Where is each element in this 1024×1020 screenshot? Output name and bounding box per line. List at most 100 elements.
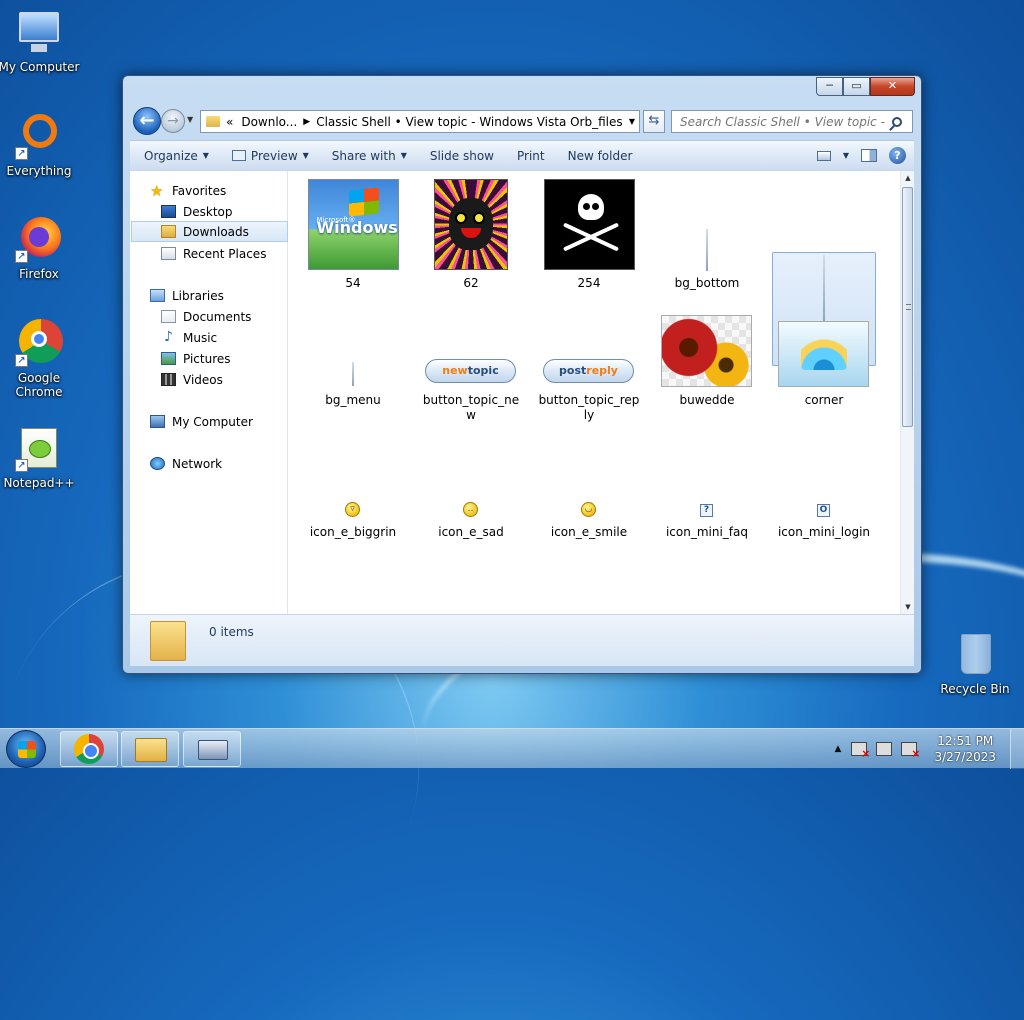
vertical-scrollbar[interactable]: ▲ ▼ [900, 171, 914, 614]
classic-shell-logo-thumbnail [778, 321, 869, 387]
cartoon-cat-thumbnail [434, 179, 508, 270]
back-button[interactable]: ← [133, 107, 161, 135]
desktop-icon-recycle-bin[interactable]: Recycle Bin [933, 630, 1017, 696]
file-name: button_topic_reply [538, 393, 640, 422]
file-item[interactable]: ◡ icon_e_smile [537, 428, 641, 540]
file-item[interactable]: ▿ icon_e_biggrin [301, 428, 405, 540]
file-item[interactable]: postreply button_topic_reply [537, 296, 641, 423]
desktop-icon-my-computer[interactable]: My Computer [0, 8, 81, 74]
file-item[interactable]: ‥ icon_e_sad [419, 428, 523, 540]
action-center-icon[interactable] [851, 742, 870, 760]
file-item[interactable]: ? icon_mini_faq [655, 428, 759, 540]
file-item[interactable]: bg_bottom [655, 179, 759, 291]
forward-button[interactable]: → [161, 109, 185, 133]
pirate-skull-thumbnail [543, 179, 635, 270]
print-button[interactable]: Print [503, 149, 554, 163]
grip-icon [906, 304, 911, 310]
refresh-button[interactable]: ⇆ [643, 110, 665, 133]
chevron-down-icon: ▼ [400, 151, 407, 160]
login-mini-icon: O [817, 504, 830, 517]
show-desktop-button[interactable] [1010, 729, 1024, 769]
nav-music[interactable]: ♪ Music [161, 327, 217, 348]
taskbar-chrome-button[interactable] [60, 731, 118, 767]
taskbar-explorer-button[interactable] [121, 731, 179, 767]
flowers-thumbnail [661, 315, 752, 387]
nav-desktop[interactable]: Desktop [161, 201, 233, 222]
desktop-icon [161, 205, 176, 218]
breadcrumb-downloads[interactable]: Downlo... [241, 115, 297, 129]
search-input[interactable] [678, 113, 888, 130]
recent-places-icon [161, 247, 176, 260]
minimize-button[interactable]: ─ [816, 77, 843, 96]
downloads-folder-icon [161, 225, 176, 238]
nav-music-label: Music [183, 330, 218, 345]
file-name: 54 [345, 276, 361, 290]
scrollbar-thumb[interactable] [902, 187, 913, 427]
start-button[interactable] [6, 730, 46, 768]
nav-pictures[interactable]: Pictures [161, 348, 231, 369]
maximize-button[interactable]: ▭ [843, 77, 870, 96]
nav-network[interactable]: Network [150, 453, 222, 474]
volume-muted-icon[interactable] [901, 742, 920, 760]
explorer-window[interactable]: ─ ▭ ✕ ← → ▼ « Downlo... ▶ Classic Shell … [122, 75, 922, 674]
nav-favorites-label: Favorites [172, 183, 227, 198]
share-with-button[interactable]: Share with ▼ [318, 149, 416, 163]
help-icon[interactable]: ? [889, 147, 906, 164]
new-folder-button[interactable]: New folder [554, 149, 642, 163]
desktop-icon-label: Notepad++ [3, 476, 75, 490]
desktop-icon-everything[interactable]: ↗ Everything [0, 112, 81, 178]
thin-line-thumbnail [706, 229, 708, 271]
breadcrumb-separator-icon[interactable]: ▶ [303, 117, 310, 127]
preview-label: Preview [250, 148, 298, 163]
system-tray: ▲ 12:51 PM 3/27/2023 [835, 729, 1024, 769]
address-bar[interactable]: « Downlo... ▶ Classic Shell • View topic… [200, 110, 640, 133]
nav-downloads-label: Downloads [183, 224, 249, 239]
taskbar-keyboard-button[interactable] [183, 731, 241, 767]
scroll-down-icon[interactable]: ▼ [901, 600, 915, 614]
recent-pages-dropdown[interactable]: ▼ [187, 115, 193, 124]
navigation-bar: ← → ▼ « Downlo... ▶ Classic Shell • View… [131, 106, 913, 136]
shortcut-arrow-icon: ↗ [15, 459, 28, 472]
file-item[interactable]: O icon_mini_login [772, 428, 876, 540]
show-hidden-icons-button[interactable]: ▲ [835, 744, 842, 754]
nav-my-computer[interactable]: My Computer [150, 411, 253, 432]
file-item[interactable]: Microsoft® Windows 54 [301, 179, 405, 291]
shortcut-arrow-icon: ↗ [15, 354, 28, 367]
search-icon[interactable] [892, 116, 902, 127]
nav-recent-places[interactable]: Recent Places [161, 243, 266, 264]
music-note-icon: ♪ [164, 329, 173, 345]
file-item[interactable]: 62 [419, 179, 523, 291]
organize-button[interactable]: Organize ▼ [130, 149, 218, 163]
scroll-up-icon[interactable]: ▲ [901, 171, 915, 185]
change-view-icon[interactable] [816, 150, 831, 161]
preview-pane-icon[interactable] [861, 149, 877, 162]
file-name: buwedde [679, 393, 735, 407]
file-item[interactable]: 254 [537, 179, 641, 291]
view-options-chevron-icon[interactable]: ▼ [843, 151, 849, 160]
nav-documents[interactable]: Documents [161, 306, 251, 327]
slide-show-button[interactable]: Slide show [416, 149, 503, 163]
network-status-icon[interactable] [876, 742, 893, 756]
nav-downloads[interactable]: Downloads [131, 221, 288, 242]
breadcrumb-current-folder[interactable]: Classic Shell • View topic - Windows Vis… [316, 115, 622, 129]
desktop-icon-firefox[interactable]: ↗ Firefox [0, 215, 81, 281]
organize-label: Organize [144, 148, 198, 163]
address-dropdown-icon[interactable]: ▼ [629, 117, 635, 126]
nav-favorites[interactable]: ★ Favorites [150, 180, 226, 201]
thin-line-thumbnail [352, 362, 354, 386]
file-item[interactable]: buwedde [655, 296, 759, 408]
close-button[interactable]: ✕ [870, 77, 915, 96]
nav-videos[interactable]: Videos [161, 369, 223, 390]
file-item[interactable]: bg_menu [301, 296, 405, 408]
desktop-icon-notepad-plus-plus[interactable]: ↗ Notepad++ [0, 424, 81, 490]
nav-documents-label: Documents [183, 309, 252, 324]
file-item[interactable]: newtopic button_topic_new [419, 296, 523, 423]
taskbar: ▲ 12:51 PM 3/27/2023 [0, 728, 1024, 769]
desktop-icon-google-chrome[interactable]: ↗ Google Chrome [0, 319, 81, 399]
nav-libraries[interactable]: Libraries [150, 285, 224, 306]
clock[interactable]: 12:51 PM 3/27/2023 [934, 733, 996, 765]
preview-button[interactable]: Preview ▼ [218, 149, 318, 163]
file-item[interactable]: corner [772, 296, 876, 408]
search-box[interactable] [671, 110, 913, 133]
address-overflow[interactable]: « [226, 115, 233, 129]
